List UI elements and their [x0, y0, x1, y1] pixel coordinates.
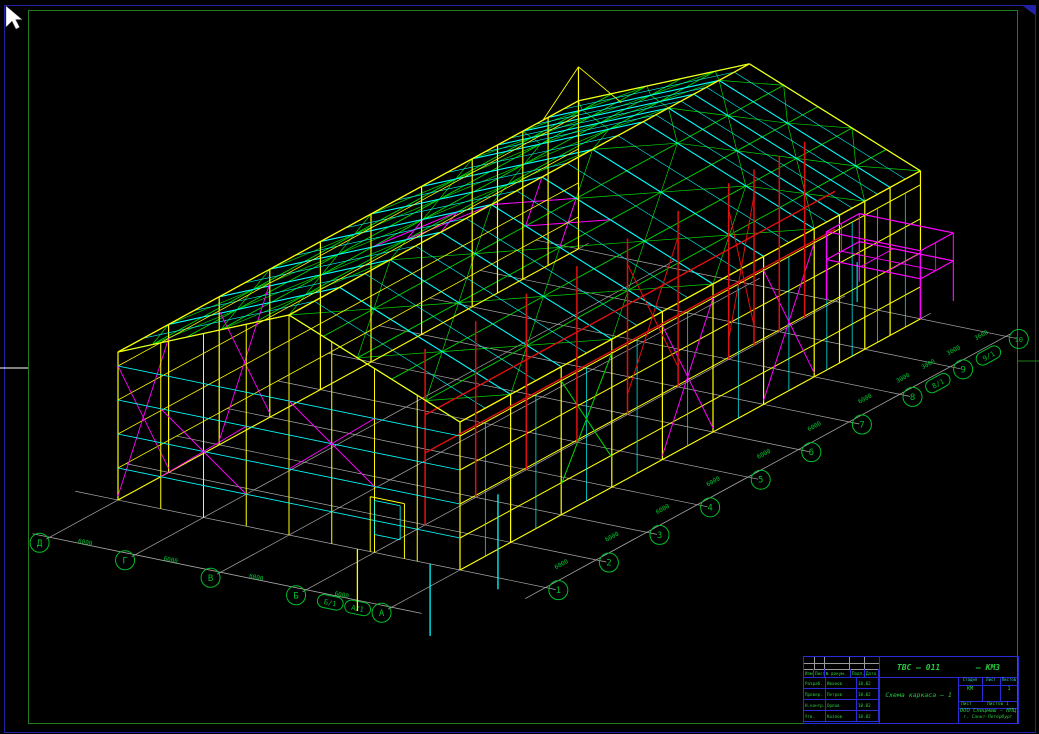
svg-text:5: 5 — [758, 476, 763, 486]
svg-text:3000: 3000 — [946, 344, 962, 357]
sheet-header: Лист — [982, 677, 1000, 682]
svg-text:6000: 6000 — [248, 573, 264, 583]
sign-row: Провер.Петров10.02 — [804, 689, 879, 700]
sheet-row-right: Листов 1 — [987, 702, 1009, 707]
svg-text:6000: 6000 — [655, 503, 671, 516]
axis-marker: 9 — [954, 360, 973, 379]
svg-text:3000: 3000 — [895, 372, 911, 385]
organization-name: ООО Спецмаш – НПЦ — [958, 708, 1018, 715]
sheets-header: Листов — [1000, 677, 1018, 682]
axis-marker: А — [372, 603, 391, 622]
doc-number-left: ТВС – 011 — [897, 663, 940, 672]
axis-markers: ДГВББ/1А/1А123456788/199/110 — [30, 329, 1028, 622]
svg-text:8: 8 — [910, 393, 915, 403]
axis-marker: 6 — [802, 443, 821, 462]
svg-text:А: А — [379, 609, 385, 619]
sheet-row-left: Лист — [961, 702, 972, 707]
revision-header-row: Изм.Лист№ докум.Подп.Дата — [804, 669, 879, 678]
axis-marker: Б — [287, 586, 306, 605]
svg-text:Б: Б — [293, 591, 298, 601]
axis-marker: 4 — [701, 498, 720, 517]
svg-text:6000: 6000 — [705, 475, 721, 488]
axis-marker: Г — [116, 551, 135, 570]
sign-role: Разраб. — [804, 678, 826, 689]
svg-text:7: 7 — [859, 421, 864, 431]
sheets-value: 1 — [1000, 686, 1018, 692]
sign-date: 10.02 — [857, 689, 879, 700]
corner-triangle — [1023, 6, 1035, 15]
svg-text:3600: 3600 — [973, 329, 989, 342]
sign-role: Н.контр. — [804, 700, 826, 711]
svg-text:3: 3 — [657, 531, 662, 541]
organization-city: г. Санкт-Петербург — [958, 715, 1018, 720]
svg-text:6000: 6000 — [756, 448, 772, 461]
tb-header-cell: Лист — [814, 669, 825, 678]
stage-header: Стадия — [958, 677, 982, 682]
mouse-cursor — [6, 6, 22, 29]
svg-text:Г: Г — [122, 556, 127, 566]
svg-text:6000: 6000 — [77, 538, 93, 548]
tb-header-cell: Изм. — [804, 669, 814, 678]
organization-cell: ООО Спецмаш – НПЦ г. Санкт-Петербург — [958, 708, 1018, 723]
sign-role: Провер. — [804, 689, 826, 700]
svg-text:6000: 6000 — [334, 590, 350, 600]
svg-text:6: 6 — [809, 448, 814, 458]
svg-text:4: 4 — [707, 503, 712, 513]
tb-header-cell: Дата — [865, 669, 879, 678]
svg-text:6000: 6000 — [554, 558, 570, 571]
cad-viewport[interactable]: ДГВББ/1А/1А123456788/199/110600060006000… — [0, 0, 1039, 734]
axis-marker: 1 — [549, 581, 568, 600]
sign-role: Утв. — [804, 711, 826, 722]
sign-date: 10.02 — [857, 700, 879, 711]
document-number: ТВС – 011 – КМ3 — [879, 657, 1018, 677]
cad-application-window: ДГВББ/1А/1А123456788/199/110600060006000… — [0, 0, 1039, 734]
stage-value: КМ — [958, 686, 982, 692]
tb-header-cell: Подп. — [851, 669, 865, 678]
svg-text:6000: 6000 — [604, 530, 620, 543]
sign-name: Орлов — [826, 700, 857, 711]
doc-number-right: – КМ3 — [976, 663, 1000, 672]
svg-text:6000: 6000 — [807, 420, 823, 433]
dimension-texts: 6000 6000 6000 6000 6000 6000 6000 6000 6000 6000… — [77, 329, 989, 600]
sign-name: Иванов — [826, 678, 857, 689]
sign-date: 10.02 — [857, 711, 879, 722]
axis-marker: В — [201, 568, 220, 587]
gable-end-wall — [118, 315, 498, 636]
axis-marker: 3 — [650, 525, 669, 544]
axis-marker: Д — [30, 533, 49, 552]
svg-text:Б/1: Б/1 — [323, 598, 337, 608]
sign-name: Козлов — [826, 711, 857, 722]
sign-name: Петров — [826, 689, 857, 700]
portal-frames — [118, 64, 920, 570]
svg-text:6000: 6000 — [857, 392, 873, 405]
sign-row: Н.контр.Орлов10.02 — [804, 700, 879, 711]
sign-row: Разраб.Иванов10.02 — [804, 678, 879, 689]
drawing-title: Схема каркаса – 1 — [879, 677, 958, 723]
axis-marker: 2 — [599, 553, 618, 572]
axis-marker: 8 — [903, 387, 922, 406]
svg-text:1: 1 — [556, 586, 561, 596]
sign-date: 10.02 — [857, 678, 879, 689]
svg-text:10: 10 — [1015, 336, 1023, 344]
grid-dimension-lines — [33, 240, 1017, 613]
svg-text:9/1: 9/1 — [981, 350, 996, 363]
sign-row: Утв.Козлов10.02 — [804, 711, 879, 722]
svg-text:3000: 3000 — [920, 358, 936, 371]
svg-text:9: 9 — [960, 365, 965, 375]
axis-marker: 7 — [852, 415, 871, 434]
axis-marker: 9/1 — [974, 344, 1003, 368]
svg-text:В: В — [208, 574, 213, 584]
svg-text:8/1: 8/1 — [931, 377, 946, 390]
axis-marker: 10 — [1009, 329, 1028, 348]
svg-text:Д: Д — [37, 539, 43, 549]
svg-text:2: 2 — [606, 559, 611, 569]
axis-marker: 5 — [751, 470, 770, 489]
title-block: ТВС – 011 – КМ3 Схема каркаса – 1 Стадия… — [803, 656, 1019, 724]
tb-header-cell: № докум. — [825, 669, 851, 678]
axis-marker: 8/1 — [923, 371, 952, 395]
svg-text:6000: 6000 — [163, 555, 179, 565]
